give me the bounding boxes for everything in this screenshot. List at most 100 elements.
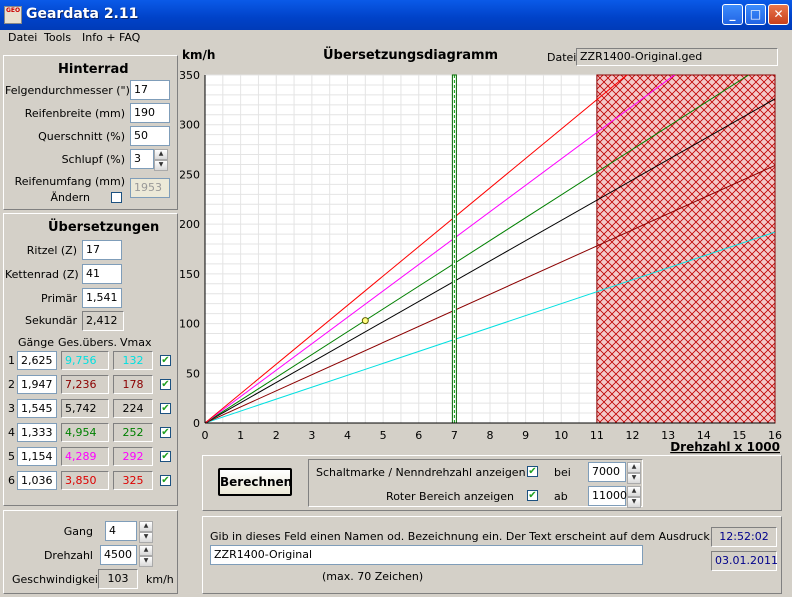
gear-visible-checkbox[interactable]: ✔ <box>160 427 171 438</box>
spin-down-icon[interactable]: ▼ <box>154 160 168 171</box>
gear-number: 4 <box>8 426 15 439</box>
gear-ratio-input[interactable]: 2,625 <box>17 351 57 370</box>
gear-chart: 0501001502002503003500 1 2 3 4 5 6 7 8 9 10 11 12 13 1… <box>180 69 782 454</box>
spin-down-icon[interactable]: ▼ <box>139 556 153 567</box>
gear-vmax: 224 <box>113 399 153 418</box>
gear-ratio-input[interactable]: 1,947 <box>17 375 57 394</box>
maximize-button[interactable]: □ <box>745 4 766 25</box>
roter-checkbox[interactable]: ✔ <box>527 490 538 501</box>
primaer-input[interactable]: 1,541 <box>82 288 122 308</box>
quer-input[interactable]: 50 <box>130 126 170 146</box>
gear-ratio-input[interactable]: 1,545 <box>17 399 57 418</box>
primaer-label: Primär <box>41 292 77 305</box>
gear-visible-checkbox[interactable]: ✔ <box>160 403 171 414</box>
gear-total-ratio: 3,850 <box>61 471 109 490</box>
umfang-input: 1953 <box>130 178 170 198</box>
breite-label: Reifenbreite (mm) <box>24 107 125 120</box>
spin-down-icon[interactable]: ▼ <box>627 497 641 508</box>
gear-vmax: 252 <box>113 423 153 442</box>
menu-datei[interactable]: Datei <box>8 31 37 44</box>
ritzel-input[interactable]: 17 <box>82 240 122 260</box>
y-tick-label: 150 <box>180 268 200 281</box>
schlupf-input[interactable]: 3 <box>130 149 154 169</box>
gear-ratio-input[interactable]: 1,036 <box>17 471 57 490</box>
drehzahl-input[interactable]: 4500 <box>100 545 137 565</box>
gear-number: 3 <box>8 402 15 415</box>
uebersetzungen-title: Übersetzungen <box>48 220 160 235</box>
spin-down-icon[interactable]: ▼ <box>627 473 641 484</box>
minimize-button[interactable]: _ <box>722 4 743 25</box>
gear-total-ratio: 4,954 <box>61 423 109 442</box>
datei-value: ZZR1400-Original.ged <box>576 48 778 66</box>
gear-number: 6 <box>8 474 15 487</box>
spin-up-icon[interactable]: ▲ <box>139 521 153 532</box>
name-input[interactable]: ZZR1400-Original <box>210 545 643 565</box>
schaltmarke-checkbox[interactable]: ✔ <box>527 466 538 477</box>
spin-up-icon[interactable]: ▲ <box>139 545 153 556</box>
ritzel-label: Ritzel (Z) <box>26 244 77 257</box>
berechnen-button[interactable]: Berechnen <box>218 468 292 496</box>
y-axis-unit: km/h <box>182 48 216 62</box>
gear-vmax: 132 <box>113 351 153 370</box>
ab-input[interactable]: 11000 <box>588 486 627 506</box>
col-vmax: Vmax <box>120 336 152 349</box>
quer-label: Querschnitt (%) <box>38 130 125 143</box>
breite-input[interactable]: 190 <box>130 103 170 123</box>
gang-spinner[interactable]: ▲ ▼ <box>139 521 153 543</box>
gear-visible-checkbox[interactable]: ✔ <box>160 379 171 390</box>
drehzahl-spinner[interactable]: ▲ ▼ <box>139 545 153 567</box>
gear-ratio-input[interactable]: 1,333 <box>17 423 57 442</box>
geschw-unit: km/h <box>146 573 174 586</box>
gear-vmax: 292 <box>113 447 153 466</box>
x-tick-label: 10 <box>554 429 568 442</box>
spin-up-icon[interactable]: ▲ <box>627 462 641 473</box>
sekundaer-value: 2,412 <box>82 311 124 331</box>
x-tick-label: 0 <box>202 429 209 442</box>
x-tick-label: 3 <box>308 429 315 442</box>
close-button[interactable]: ✕ <box>768 4 789 25</box>
x-tick-label: 11 <box>590 429 604 442</box>
schlupf-label: Schlupf (%) <box>61 153 125 166</box>
max-chars-label: (max. 70 Zeichen) <box>322 570 424 583</box>
chart-title: Übersetzungsdiagramm <box>323 48 499 63</box>
menu-info-faq[interactable]: Info + FAQ <box>82 31 140 44</box>
x-tick-label: 2 <box>273 429 280 442</box>
x-tick-label: 1 <box>237 429 244 442</box>
ab-label: ab <box>554 490 568 503</box>
gear-visible-checkbox[interactable]: ✔ <box>160 355 171 366</box>
geschw-value: 103 <box>98 569 138 589</box>
sekundaer-label: Sekundär <box>25 314 77 327</box>
gear-number: 5 <box>8 450 15 463</box>
spin-up-icon[interactable]: ▲ <box>627 486 641 497</box>
gear-visible-checkbox[interactable]: ✔ <box>160 451 171 462</box>
col-gaenge: Gänge <box>18 336 54 349</box>
kettenrad-label: Kettenrad (Z) <box>5 268 79 281</box>
menu-tools[interactable]: Tools <box>44 31 71 44</box>
window-title: Geardata 2.11 <box>26 6 139 22</box>
bei-spinner[interactable]: ▲ ▼ <box>627 462 641 484</box>
felge-input[interactable]: 17 <box>130 80 170 100</box>
aendern-label: Ändern <box>50 191 90 204</box>
drehzahl-label: Drehzahl <box>43 549 93 562</box>
spin-down-icon[interactable]: ▼ <box>139 532 153 543</box>
current-point-marker <box>361 317 369 325</box>
schaltmarke-label: Schaltmarke / Nenndrehzahl anzeigen <box>316 466 526 479</box>
bei-input[interactable]: 7000 <box>588 462 626 482</box>
gear-total-ratio: 4,289 <box>61 447 109 466</box>
app-icon: GEO <box>4 6 22 24</box>
schlupf-spinner[interactable]: ▲ ▼ <box>154 149 168 171</box>
y-tick-label: 200 <box>180 218 200 231</box>
gear-total-ratio: 7,236 <box>61 375 109 394</box>
y-tick-label: 0 <box>193 417 200 430</box>
spin-up-icon[interactable]: ▲ <box>154 149 168 160</box>
kettenrad-input[interactable]: 41 <box>82 264 122 284</box>
gear-visible-checkbox[interactable]: ✔ <box>160 475 171 486</box>
x-tick-label: 8 <box>487 429 494 442</box>
ab-spinner[interactable]: ▲ ▼ <box>627 486 641 508</box>
y-tick-label: 350 <box>180 69 200 82</box>
aendern-checkbox[interactable] <box>111 192 122 203</box>
gang-input[interactable]: 4 <box>105 521 137 541</box>
gear-ratio-input[interactable]: 1,154 <box>17 447 57 466</box>
geschw-label: Geschwindigkeit: <box>12 573 106 586</box>
x-tick-label: 4 <box>344 429 351 442</box>
